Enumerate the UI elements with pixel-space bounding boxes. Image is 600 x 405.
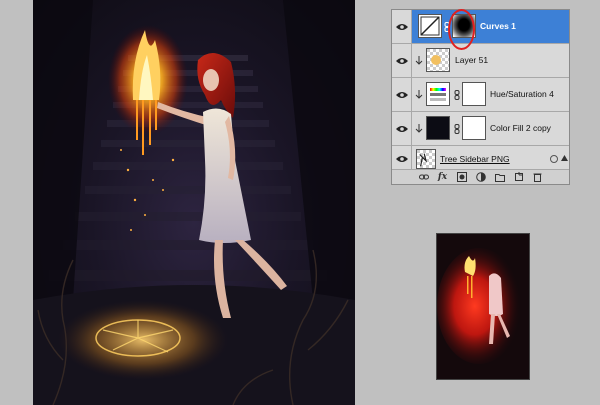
layer-mask-thumbnail[interactable] xyxy=(462,116,486,140)
add-mask-icon[interactable] xyxy=(456,172,467,182)
layer-name: Color Fill 2 copy xyxy=(490,123,551,133)
visibility-toggle[interactable] xyxy=(392,146,412,171)
layer-row-curves[interactable]: Curves 1 xyxy=(392,10,569,44)
preview-thumbnail xyxy=(436,233,530,380)
color-fill-swatch[interactable] xyxy=(426,116,450,140)
layers-panel-footer: fx xyxy=(392,169,569,184)
layer-name: Layer 51 xyxy=(455,55,489,65)
layer-thumbnail[interactable] xyxy=(416,149,436,169)
clipping-arrow-icon xyxy=(415,90,423,99)
document-canvas[interactable] xyxy=(33,0,355,405)
layer-row-hue-saturation[interactable]: Hue/Saturation 4 xyxy=(392,78,569,112)
visibility-toggle[interactable] xyxy=(392,10,412,43)
layer-thumbnail[interactable] xyxy=(426,48,450,72)
curves-adjustment-icon[interactable] xyxy=(418,14,442,38)
link-icon[interactable] xyxy=(444,22,450,32)
smart-object-icon xyxy=(550,155,558,163)
layer-row-layer51[interactable]: Layer 51 xyxy=(392,44,569,78)
eye-icon xyxy=(395,23,408,30)
preview-image xyxy=(437,234,529,379)
layer-name: Curves 1 xyxy=(480,21,516,31)
layer-name: Hue/Saturation 4 xyxy=(490,89,554,99)
layer-mask-thumbnail[interactable] xyxy=(462,82,486,106)
stairs xyxy=(49,55,327,281)
link-layers-icon[interactable] xyxy=(418,172,429,182)
visibility-toggle[interactable] xyxy=(392,78,412,111)
folder-icon[interactable] xyxy=(494,172,505,182)
trash-icon[interactable] xyxy=(533,172,543,182)
link-icon[interactable] xyxy=(454,90,460,100)
eye-icon xyxy=(395,125,408,132)
layers-panel: Curves 1 Layer 51 Hue/Saturation 4 Color… xyxy=(391,9,570,185)
eye-icon xyxy=(395,91,408,98)
layer-row-color-fill[interactable]: Color Fill 2 copy xyxy=(392,112,569,146)
visibility-toggle[interactable] xyxy=(392,44,412,77)
eye-icon xyxy=(395,57,408,64)
layer-name: Tree Sidebar PNG xyxy=(440,154,510,164)
visibility-toggle[interactable] xyxy=(392,112,412,145)
clipping-arrow-icon xyxy=(415,56,423,65)
new-layer-icon[interactable] xyxy=(514,172,524,182)
hue-saturation-icon[interactable] xyxy=(426,82,450,106)
fx-icon[interactable]: fx xyxy=(438,172,448,182)
adjustment-layer-icon[interactable] xyxy=(475,172,486,182)
eye-icon xyxy=(395,155,408,162)
artwork-image xyxy=(33,0,355,405)
clipping-arrow-icon xyxy=(415,124,423,133)
triangle-up-icon[interactable] xyxy=(561,154,568,162)
layer-mask-thumbnail[interactable] xyxy=(452,14,476,38)
link-icon[interactable] xyxy=(454,124,460,134)
